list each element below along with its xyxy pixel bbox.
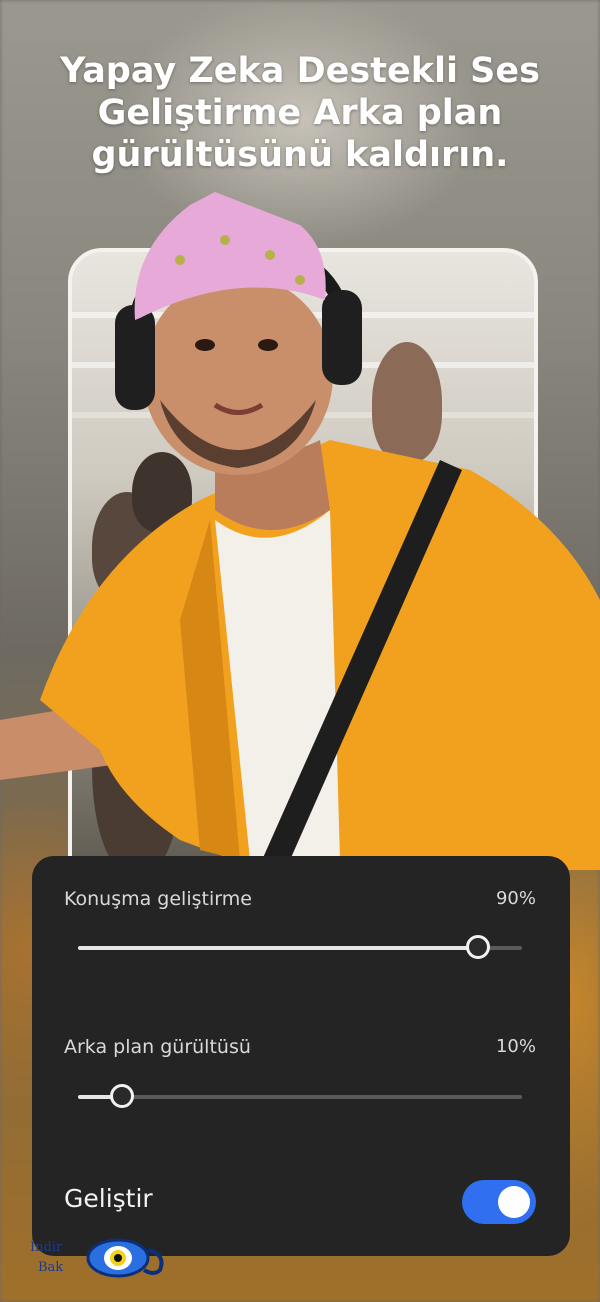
bandana-pattern [295, 275, 305, 285]
speech-enhancement-value: 90% [495, 888, 536, 909]
person-eye [195, 339, 215, 351]
speech-enhancement-slider[interactable] [78, 935, 522, 959]
person-eye [258, 339, 278, 351]
background-noise-slider[interactable] [78, 1084, 522, 1108]
enhance-label: Geliştir [64, 1184, 153, 1213]
watermark-text-line2: Bak [38, 1260, 64, 1275]
bandana-pattern [220, 235, 230, 245]
noise-slider-thumb[interactable] [110, 1084, 135, 1108]
speech-slider-fill [78, 946, 478, 950]
bandana-pattern [265, 250, 275, 260]
person-photo [0, 192, 600, 870]
background-noise-value: 10% [495, 1036, 536, 1057]
headphones-right-cup [322, 290, 362, 385]
speech-enhancement-label: Konuşma geliştirme [64, 888, 252, 910]
speech-slider-thumb[interactable] [465, 935, 490, 959]
enhance-toggle[interactable] [462, 1180, 536, 1224]
person-face [143, 275, 333, 475]
background-noise-label: Arka plan gürültüsü [64, 1036, 251, 1058]
audio-controls-panel: Konuşma geliştirme 90% Arka plan gürültü… [32, 856, 570, 1256]
enhance-toggle-knob [498, 1186, 530, 1218]
headphones-left-cup [115, 305, 155, 410]
eye-logo-icon [86, 1238, 164, 1278]
watermark-text-line1: İndir [30, 1240, 63, 1255]
bandana-pattern [175, 255, 185, 265]
watermark: İndir Bak [30, 1236, 175, 1286]
